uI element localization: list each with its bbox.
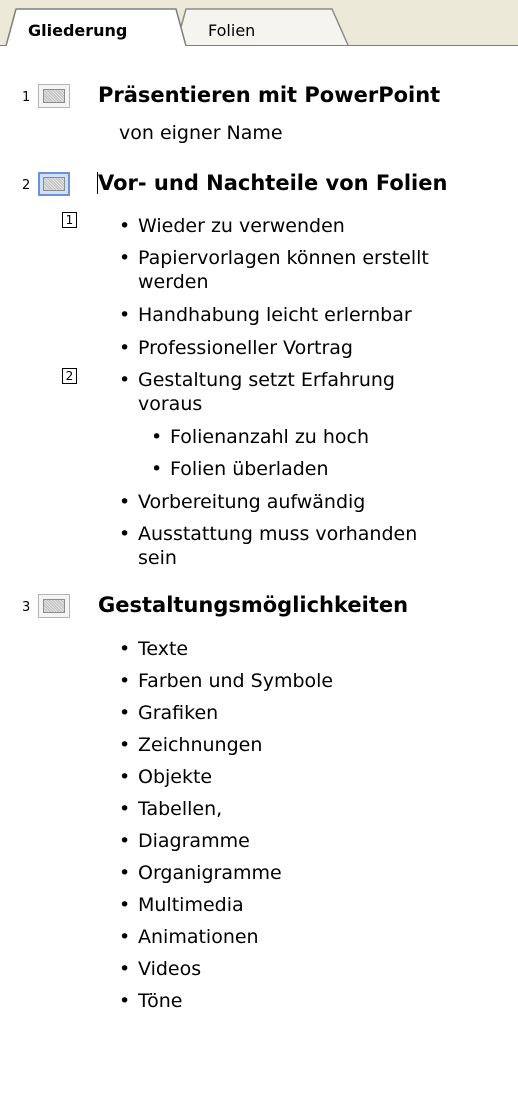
bullet-text: Animationen bbox=[138, 926, 259, 948]
bullet-text: Papiervorlagen können erstellt bbox=[138, 247, 429, 269]
bullet-text: Handhabung leicht erlernbar bbox=[138, 304, 412, 326]
slide-number: 3 bbox=[22, 600, 31, 615]
bullet-dot: • bbox=[119, 734, 131, 756]
slide-title[interactable]: Präsentieren mit PowerPoint bbox=[98, 82, 440, 108]
bullet-text: Tabellen, bbox=[138, 798, 223, 820]
bullet-text: Folienanzahl zu hoch bbox=[170, 426, 370, 448]
bullet-dot: • bbox=[119, 766, 131, 788]
slide-subtitle[interactable]: von eigner Name bbox=[119, 121, 283, 145]
bullet-dot: • bbox=[119, 670, 131, 692]
slide-title[interactable]: Gestaltungsmöglichkeiten bbox=[98, 592, 408, 618]
bullet-text: Diagramme bbox=[138, 830, 250, 852]
bullet-dot: • bbox=[119, 798, 131, 820]
bullet-dot: • bbox=[151, 458, 163, 480]
bullet-text: Videos bbox=[138, 958, 202, 980]
slide-title[interactable]: Vor- und Nachteile von Folien bbox=[98, 170, 447, 196]
bullet-text: Vorbereitung aufwändig bbox=[138, 491, 366, 513]
bullet-dot: • bbox=[119, 638, 131, 660]
bullet-text: Töne bbox=[138, 990, 183, 1012]
animation-order-badge: 2 bbox=[62, 368, 77, 384]
text-cursor bbox=[97, 172, 98, 194]
tab-outline-label: Gliederung bbox=[28, 21, 128, 40]
bullet-text: Multimedia bbox=[138, 894, 244, 916]
bullet-dot: • bbox=[119, 830, 131, 852]
animation-order-badge: 1 bbox=[62, 212, 77, 228]
bullet-text: Farben und Symbole bbox=[138, 670, 334, 692]
bullet-dot: • bbox=[119, 862, 131, 884]
bullet-text-cont: sein bbox=[138, 547, 177, 569]
bullet-dot: • bbox=[119, 958, 131, 980]
slide-icon[interactable] bbox=[38, 84, 70, 108]
tab-slides-label: Folien bbox=[208, 21, 256, 40]
tab-outline[interactable]: Gliederung bbox=[8, 8, 184, 46]
bullet-text: Zeichnungen bbox=[138, 734, 263, 756]
bullet-text: Ausstattung muss vorhanden bbox=[138, 523, 418, 545]
bullet-dot: • bbox=[119, 215, 131, 237]
outline-content[interactable]: 1 Präsentieren mit PowerPoint von eigner… bbox=[0, 0, 518, 1119]
bullet-dot: • bbox=[119, 926, 131, 948]
bullet-text: Objekte bbox=[138, 766, 213, 788]
bullet-dot: • bbox=[119, 894, 131, 916]
bullet-text-cont: werden bbox=[138, 271, 209, 293]
bullet-text: Gestaltung setzt Erfahrung bbox=[138, 369, 395, 391]
bullet-dot: • bbox=[151, 426, 163, 448]
slide-icon[interactable] bbox=[38, 594, 70, 618]
bullet-text: Folien überladen bbox=[170, 458, 329, 480]
bullet-dot: • bbox=[119, 491, 131, 513]
bullet-dot: • bbox=[119, 990, 131, 1012]
bullet-dot: • bbox=[119, 337, 131, 359]
bullet-text: Professioneller Vortrag bbox=[138, 337, 353, 359]
bullet-text-cont: voraus bbox=[138, 393, 203, 415]
slide-icon-selected[interactable] bbox=[38, 172, 70, 196]
bullet-dot: • bbox=[119, 523, 131, 545]
bullet-text: Wieder zu verwenden bbox=[138, 215, 345, 237]
bullet-dot: • bbox=[119, 247, 131, 269]
slide-number: 1 bbox=[22, 90, 31, 105]
bullet-dot: • bbox=[119, 304, 131, 326]
bullet-dot: • bbox=[119, 702, 131, 724]
bullet-text: Organigramme bbox=[138, 862, 282, 884]
outline-pane-tabstrip: Gliederung Folien bbox=[0, 0, 518, 46]
bullet-text: Grafiken bbox=[138, 702, 219, 724]
bullet-dot: • bbox=[119, 369, 131, 391]
slide-number: 2 bbox=[22, 178, 31, 193]
bullet-text: Texte bbox=[138, 638, 189, 660]
tab-slides[interactable]: Folien bbox=[188, 8, 338, 46]
